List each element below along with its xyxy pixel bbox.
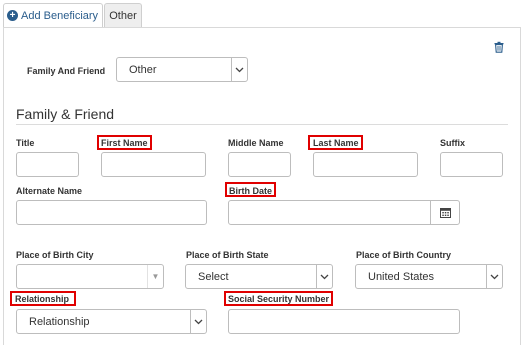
middle-name-label: Middle Name — [228, 138, 284, 148]
title-label: Title — [16, 138, 35, 148]
family-and-friend-value: Other — [129, 63, 157, 76]
chevron-down-icon — [231, 58, 247, 81]
alternate-name-input[interactable] — [16, 200, 207, 225]
place-of-birth-state-select[interactable]: Select — [185, 264, 333, 289]
family-and-friend-label: Family And Friend — [27, 66, 106, 76]
last-name-input[interactable] — [313, 152, 418, 177]
ssn-input[interactable] — [228, 309, 460, 334]
calendar-icon — [439, 208, 451, 218]
place-of-birth-state-label: Place of Birth State — [186, 250, 269, 260]
plus-circle-icon: + — [7, 10, 18, 21]
birth-date-input[interactable] — [228, 200, 460, 225]
suffix-label: Suffix — [440, 138, 466, 148]
chevron-down-icon — [316, 265, 332, 288]
section-title: Family & Friend — [16, 106, 115, 122]
tab-add-beneficiary[interactable]: + Add Beneficiary — [3, 3, 103, 27]
family-and-friend-select[interactable]: Other — [116, 57, 248, 82]
alternate-name-label: Alternate Name — [16, 186, 83, 196]
caret-down-icon: ▼ — [147, 265, 163, 288]
place-of-birth-country-value: United States — [368, 270, 435, 283]
tab-other-label: Other — [109, 9, 137, 22]
first-name-label: First Name — [101, 138, 148, 148]
suffix-input[interactable] — [440, 152, 503, 177]
place-of-birth-state-value: Select — [198, 270, 229, 283]
chevron-down-icon — [486, 265, 502, 288]
trash-icon[interactable] — [493, 41, 505, 53]
ssn-label: Social Security Number — [228, 294, 330, 304]
relationship-select[interactable]: Relationship — [16, 309, 207, 334]
place-of-birth-city-combobox[interactable]: ▼ — [16, 264, 164, 289]
birth-date-label: Birth Date — [229, 186, 273, 196]
relationship-value: Relationship — [29, 315, 90, 328]
place-of-birth-country-label: Place of Birth Country — [356, 250, 452, 260]
chevron-down-icon — [190, 310, 206, 333]
last-name-label: Last Name — [313, 138, 359, 148]
calendar-button[interactable] — [430, 201, 459, 224]
place-of-birth-city-label: Place of Birth City — [16, 250, 94, 260]
title-input[interactable] — [16, 152, 79, 177]
section-divider — [16, 124, 508, 125]
relationship-label: Relationship — [15, 294, 70, 304]
middle-name-input[interactable] — [228, 152, 291, 177]
place-of-birth-country-select[interactable]: United States — [355, 264, 503, 289]
tab-add-beneficiary-label: Add Beneficiary — [21, 9, 99, 22]
first-name-input[interactable] — [101, 152, 206, 177]
tab-other[interactable]: Other — [104, 3, 142, 27]
